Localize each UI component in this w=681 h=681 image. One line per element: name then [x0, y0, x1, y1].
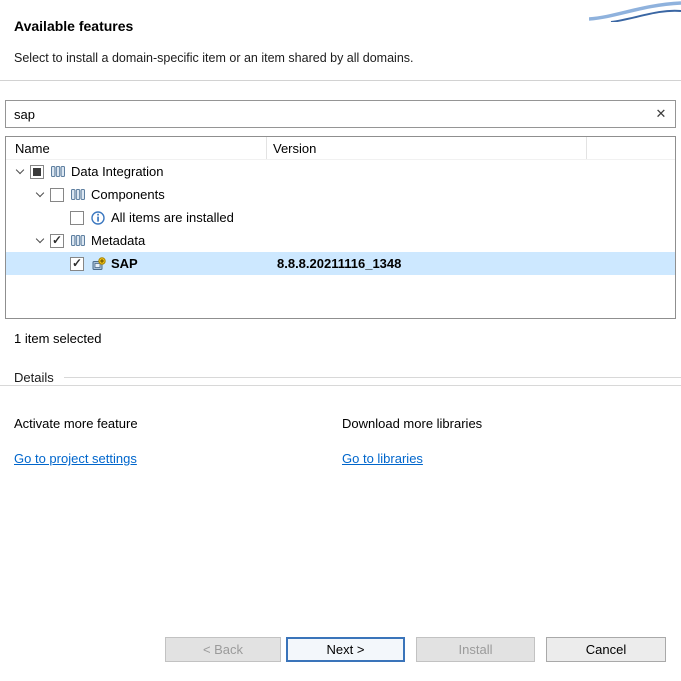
checkbox[interactable] — [30, 165, 44, 179]
version-cell: 8.8.8.20211116_1348 — [277, 256, 401, 271]
feature-icon — [89, 257, 107, 271]
search-input[interactable] — [6, 107, 647, 122]
clear-search-icon[interactable]: ✕ — [647, 106, 675, 122]
tree-header: Name Version — [6, 137, 675, 160]
indent — [6, 194, 32, 195]
indent — [6, 263, 52, 264]
details-group-label: Details — [14, 370, 54, 385]
project-settings-link[interactable]: Go to project settings — [14, 451, 137, 466]
checkbox[interactable] — [70, 211, 84, 225]
column-divider — [586, 137, 587, 159]
page-subtitle: Select to install a domain-specific item… — [14, 51, 414, 65]
tree-row-selected[interactable]: SAP 8.8.8.20211116_1348 — [6, 252, 675, 275]
indent — [6, 240, 32, 241]
grid-icon — [69, 234, 87, 247]
info-icon — [89, 211, 107, 225]
install-button: Install — [416, 637, 535, 662]
grid-icon — [49, 165, 67, 178]
download-libraries-heading: Download more libraries — [342, 416, 482, 431]
tree-item-label: SAP — [111, 256, 138, 271]
tree-item-label: Metadata — [91, 233, 145, 248]
next-button[interactable]: Next > — [286, 637, 405, 662]
page-title: Available features — [14, 18, 133, 34]
column-divider — [266, 137, 267, 159]
back-button: < Back — [165, 637, 281, 662]
features-tree: Name Version Data Integration — [5, 136, 676, 319]
tree-item-label: Data Integration — [71, 164, 164, 179]
details-separator — [0, 385, 681, 386]
tree-row[interactable]: Data Integration — [6, 160, 675, 183]
activate-feature-heading: Activate more feature — [14, 416, 138, 431]
banner-decoration-icon — [589, 0, 681, 22]
search-box: ✕ — [5, 100, 676, 128]
libraries-link[interactable]: Go to libraries — [342, 451, 423, 466]
grid-icon — [69, 188, 87, 201]
column-header-name[interactable]: Name — [6, 141, 262, 156]
tree-item-label: Components — [91, 187, 165, 202]
column-header-version[interactable]: Version — [262, 141, 316, 156]
cancel-button[interactable]: Cancel — [546, 637, 666, 662]
tree-item-label: All items are installed — [111, 210, 234, 225]
tree-row[interactable]: All items are installed — [6, 206, 675, 229]
checkbox[interactable] — [50, 234, 64, 248]
checkbox[interactable] — [50, 188, 64, 202]
checkbox[interactable] — [70, 257, 84, 271]
details-separator — [64, 377, 681, 378]
header-separator — [0, 80, 681, 81]
indent — [6, 217, 52, 218]
selection-status: 1 item selected — [14, 331, 101, 346]
expander-icon[interactable] — [12, 170, 28, 173]
tree-row[interactable]: Metadata — [6, 229, 675, 252]
tree-row[interactable]: Components — [6, 183, 675, 206]
expander-icon[interactable] — [32, 239, 48, 242]
expander-icon[interactable] — [32, 193, 48, 196]
